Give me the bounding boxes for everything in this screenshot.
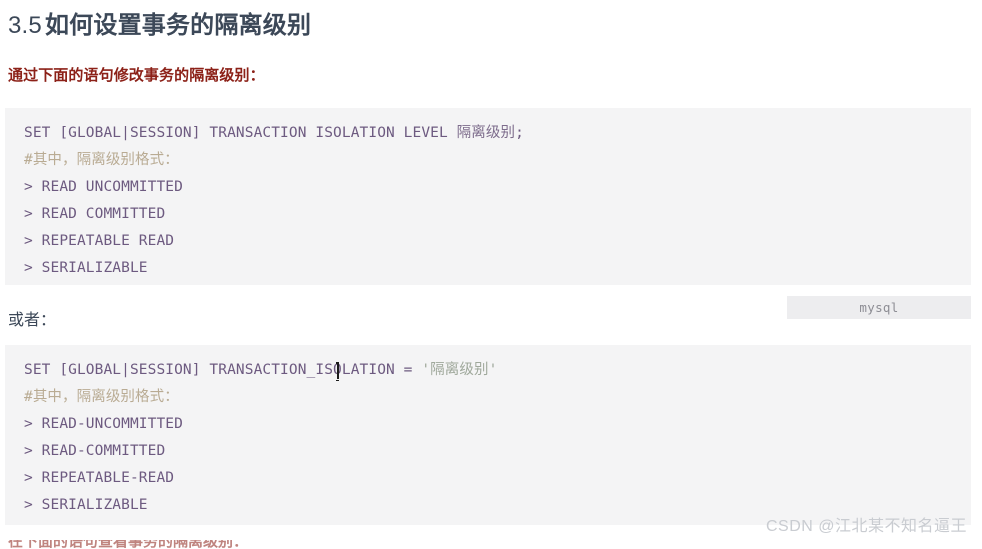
code-block-transaction-isolation-level[interactable]: SET [GLOBAL|SESSION] TRANSACTION ISOLATI… <box>5 108 971 285</box>
sub-title: 通过下面的语句修改事务的隔离级别： <box>8 67 265 84</box>
code-line-item: > READ-UNCOMMITTED <box>24 416 183 432</box>
code-line-item: > READ UNCOMMITTED <box>24 179 183 195</box>
code-line-item: > REPEATABLE READ <box>24 233 175 249</box>
csdn-watermark: CSDN @江北某不知名逼王 <box>765 518 967 535</box>
section-number: 3.5 <box>8 12 42 39</box>
code-line-item: > READ-COMMITTED <box>24 443 166 459</box>
language-badge-label: mysql <box>859 300 899 315</box>
code-comment-text: #其中，隔离级别格式： <box>24 389 179 405</box>
code-line-item: > REPEATABLE-READ <box>24 470 175 486</box>
code-line-item: > READ COMMITTED <box>24 206 166 222</box>
article-page: 3.5 如何设置事务的隔离级别 通过下面的语句修改事务的隔离级别： SET [GL… <box>0 0 982 549</box>
language-badge-mysql: mysql <box>787 296 971 319</box>
section-title-text: 如何设置事务的隔离级别 <box>44 12 312 39</box>
code-terminator: ; <box>515 125 524 141</box>
code-line-comment: #其中，隔离级别格式： <box>5 147 971 174</box>
code-line-comment: #其中，隔离级别格式： <box>5 384 971 411</box>
code-block-transaction-isolation-variable[interactable]: SET [GLOBAL|SESSION] TRANSACTION_ISOLATI… <box>5 345 971 525</box>
code-line: SET [GLOBAL|SESSION] TRANSACTION_ISOLATI… <box>5 357 971 384</box>
code-comment-text: #其中，隔离级别格式： <box>24 152 179 168</box>
code-placeholder-cn: 隔离级别 <box>456 125 516 141</box>
clipped-bottom-text: 在下面的语句查看事务的隔离级别： <box>8 540 249 549</box>
clipped-bottom-row: 在下面的语句查看事务的隔离级别： <box>8 540 528 549</box>
code-line: SET [GLOBAL|SESSION] TRANSACTION ISOLATI… <box>5 120 971 147</box>
page-title: 3.5 如何设置事务的隔离级别 <box>8 11 311 41</box>
or-label: 或者： <box>8 312 57 329</box>
code-line-item: > SERIALIZABLE <box>24 497 148 513</box>
code-keyword: SET [GLOBAL|SESSION] TRANSACTION ISOLATI… <box>24 125 457 141</box>
code-string-literal: '隔离级别' <box>421 362 498 378</box>
code-keyword: SET [GLOBAL|SESSION] TRANSACTION_ISOLATI… <box>24 362 422 378</box>
code-line-item: > SERIALIZABLE <box>24 260 148 276</box>
